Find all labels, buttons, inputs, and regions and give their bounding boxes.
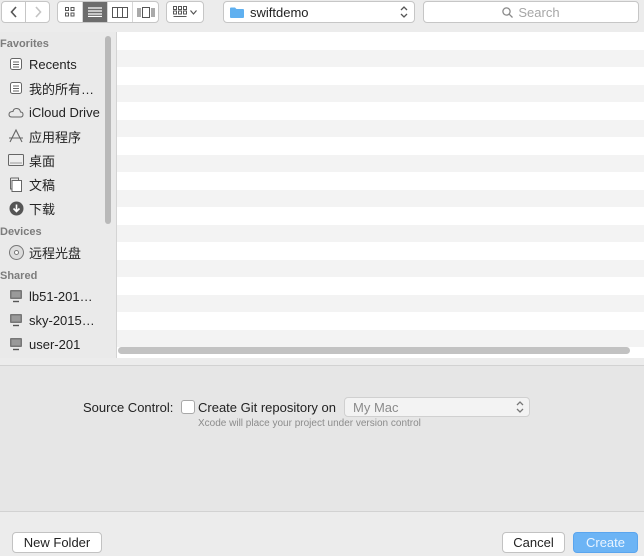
sidebar-item-label: 应用程序 xyxy=(29,129,82,145)
grid-arrange-icon xyxy=(173,6,187,17)
list-row xyxy=(117,32,644,50)
file-list[interactable] xyxy=(116,32,644,358)
search-icon xyxy=(502,6,514,18)
git-location-value: My Mac xyxy=(353,399,399,415)
list-row xyxy=(117,102,644,120)
list-row xyxy=(117,277,644,295)
list-row xyxy=(117,242,644,260)
location-label: swiftdemo xyxy=(250,4,309,20)
horizontal-scrollbar[interactable] xyxy=(118,347,630,354)
source-control-label: Source Control: xyxy=(83,400,174,415)
list-view-icon xyxy=(88,7,102,17)
list-row xyxy=(117,172,644,190)
computer-icon xyxy=(8,288,24,304)
sidebar-item-label: 下载 xyxy=(29,201,56,217)
sidebar-item-label: 桌面 xyxy=(29,153,56,169)
chevron-down-icon xyxy=(190,9,197,15)
icon-view-icon xyxy=(65,7,75,17)
list-row xyxy=(117,329,644,347)
list-row xyxy=(117,294,644,312)
sidebar-item-remote-disc[interactable]: 远程光盘 xyxy=(0,240,116,264)
coverflow-view-button[interactable] xyxy=(133,2,158,22)
list-row xyxy=(117,189,644,207)
sidebar-item-shared-computer[interactable]: user-201 xyxy=(0,332,116,356)
all-files-icon xyxy=(8,80,24,96)
arrange-button[interactable] xyxy=(166,1,204,23)
list-row xyxy=(117,154,644,172)
icon-view-button[interactable] xyxy=(58,2,83,22)
desktop-icon xyxy=(8,152,24,168)
git-repository-checkbox[interactable] xyxy=(181,400,195,414)
sidebar-item-label: Recents xyxy=(29,56,77,72)
computer-icon xyxy=(8,336,24,352)
new-folder-button[interactable]: New Folder xyxy=(12,532,102,553)
sidebar-section-favorites: Favorites xyxy=(0,38,49,50)
list-row xyxy=(117,224,644,242)
updown-arrows-icon xyxy=(516,401,524,413)
sidebar-item-label: lb51-201… xyxy=(29,288,93,304)
bottom-bar: New Folder Cancel Create xyxy=(0,511,644,556)
sidebar-item-applications[interactable]: 应用程序 xyxy=(0,124,116,148)
updown-arrows-icon xyxy=(400,6,408,18)
applications-icon xyxy=(8,128,24,144)
list-row xyxy=(117,137,644,155)
sidebar-item-icloud-drive[interactable]: iCloud Drive xyxy=(0,100,116,124)
git-location-popup[interactable]: My Mac xyxy=(344,397,530,417)
search-field[interactable]: Search xyxy=(423,1,639,23)
sidebar-item-label: user-201 xyxy=(29,336,81,352)
version-control-hint: Xcode will place your project under vers… xyxy=(198,418,421,429)
disc-icon xyxy=(8,244,24,260)
list-row xyxy=(117,119,644,137)
downloads-icon xyxy=(8,200,24,216)
sidebar-item-desktop[interactable]: 桌面 xyxy=(0,148,116,172)
back-button[interactable] xyxy=(1,1,26,23)
sidebar-item-shared-computer[interactable]: lb51-201… xyxy=(0,284,116,308)
sidebar-item-documents[interactable]: 文稿 xyxy=(0,172,116,196)
sidebar-section-shared: Shared xyxy=(0,270,38,282)
sidebar-item-label: 我的所有… xyxy=(29,81,95,97)
column-view-icon xyxy=(112,6,128,18)
sidebar: Favorites Recents 我的所有… iCloud Drive 应用程… xyxy=(0,32,116,358)
forward-button[interactable] xyxy=(25,1,50,23)
sidebar-item-all-files[interactable]: 我的所有… xyxy=(0,76,116,100)
coverflow-view-icon xyxy=(137,6,154,18)
list-row xyxy=(117,84,644,102)
column-view-button[interactable] xyxy=(108,2,133,22)
list-row xyxy=(117,207,644,225)
view-mode-group xyxy=(57,1,159,23)
sidebar-item-label: iCloud Drive xyxy=(29,104,100,120)
chevron-right-icon xyxy=(34,6,42,18)
chevron-left-icon xyxy=(9,6,17,18)
sidebar-item-shared-computer[interactable]: sky-2015… xyxy=(0,308,116,332)
list-row xyxy=(117,67,644,85)
sidebar-item-recents[interactable]: Recents xyxy=(0,52,116,76)
cloud-icon xyxy=(8,104,24,120)
sidebar-item-label: 远程光盘 xyxy=(29,245,82,261)
git-checkbox-label[interactable]: Create Git repository on xyxy=(198,400,336,415)
list-row xyxy=(117,312,644,330)
list-row xyxy=(117,49,644,67)
documents-icon xyxy=(8,176,24,192)
computer-icon xyxy=(8,312,24,328)
options-panel: Source Control: Create Git repository on… xyxy=(0,365,644,511)
create-button[interactable]: Create xyxy=(573,532,638,553)
list-row xyxy=(117,259,644,277)
sidebar-item-label: 文稿 xyxy=(29,177,56,193)
search-placeholder: Search xyxy=(518,4,560,20)
sidebar-item-downloads[interactable]: 下载 xyxy=(0,196,116,220)
sidebar-item-label: sky-2015… xyxy=(29,312,95,328)
location-popup[interactable]: swiftdemo xyxy=(223,1,415,23)
sidebar-scrollbar[interactable] xyxy=(105,36,111,224)
sidebar-section-devices: Devices xyxy=(0,226,42,238)
toolbar: swiftdemo Search xyxy=(0,0,644,24)
folder-icon xyxy=(230,7,244,18)
recents-icon xyxy=(8,56,24,72)
cancel-button[interactable]: Cancel xyxy=(502,532,565,553)
list-view-button[interactable] xyxy=(83,2,108,22)
